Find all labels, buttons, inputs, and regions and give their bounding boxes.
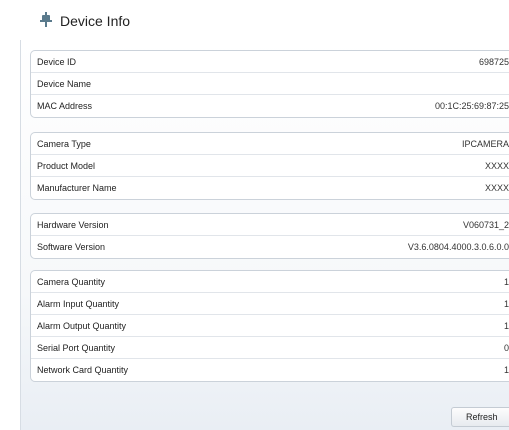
info-row-device-name: Device Name bbox=[31, 73, 509, 95]
info-row-alarm-input-quantity: Alarm Input Quantity 1 bbox=[31, 293, 509, 315]
info-row-camera-quantity: Camera Quantity 1 bbox=[31, 271, 509, 293]
info-row-hardware-version: Hardware Version V060731_2 bbox=[31, 214, 509, 236]
version-group: Hardware Version V060731_2 Software Vers… bbox=[30, 213, 509, 259]
info-row-software-version: Software Version V3.6.0804.4000.3.0.6.0.… bbox=[31, 236, 509, 258]
info-row-camera-type: Camera Type IPCAMERA bbox=[31, 133, 509, 155]
info-value: V060731_2 bbox=[462, 220, 509, 230]
info-label: Network Card Quantity bbox=[37, 365, 129, 375]
info-value: 698725 bbox=[478, 57, 509, 67]
info-row-alarm-output-quantity: Alarm Output Quantity 1 bbox=[31, 315, 509, 337]
info-value: 0 bbox=[503, 343, 509, 353]
info-row-network-card-quantity: Network Card Quantity 1 bbox=[31, 359, 509, 381]
device-info-icon bbox=[40, 12, 52, 28]
info-label: Camera Quantity bbox=[37, 277, 106, 287]
info-row-product-model: Product Model XXXX bbox=[31, 155, 509, 177]
info-value: IPCAMERA bbox=[461, 139, 509, 149]
info-value: 1 bbox=[503, 299, 509, 309]
info-label: Software Version bbox=[37, 242, 106, 252]
info-label: Alarm Input Quantity bbox=[37, 299, 120, 309]
info-label: Product Model bbox=[37, 161, 96, 171]
info-row-mac-address: MAC Address 00:1C:25:69:87:25 bbox=[31, 95, 509, 117]
info-value: 1 bbox=[503, 277, 509, 287]
info-value: XXXX bbox=[484, 183, 509, 193]
info-label: MAC Address bbox=[37, 101, 93, 111]
identity-group: Device ID 698725 Device Name MAC Address… bbox=[30, 50, 509, 118]
page-header: Device Info bbox=[0, 0, 509, 40]
page-title: Device Info bbox=[60, 13, 131, 29]
info-value: XXXX bbox=[484, 161, 509, 171]
info-label: Camera Type bbox=[37, 139, 91, 149]
info-value: 00:1C:25:69:87:25 bbox=[434, 101, 509, 111]
model-group: Camera Type IPCAMERA Product Model XXXX … bbox=[30, 132, 509, 200]
info-row-manufacturer-name: Manufacturer Name XXXX bbox=[31, 177, 509, 199]
info-label: Device ID bbox=[37, 57, 77, 67]
quantity-group: Camera Quantity 1 Alarm Input Quantity 1… bbox=[30, 270, 509, 382]
info-value: 1 bbox=[503, 365, 509, 375]
info-row-serial-port-quantity: Serial Port Quantity 0 bbox=[31, 337, 509, 359]
info-label: Device Name bbox=[37, 79, 92, 89]
info-value: V3.6.0804.4000.3.0.6.0.0 bbox=[407, 242, 509, 252]
info-label: Serial Port Quantity bbox=[37, 343, 116, 353]
info-row-device-id: Device ID 698725 bbox=[31, 51, 509, 73]
info-label: Manufacturer Name bbox=[37, 183, 117, 193]
info-label: Hardware Version bbox=[37, 220, 109, 230]
info-value: 1 bbox=[503, 321, 509, 331]
refresh-button[interactable]: Refresh bbox=[451, 407, 509, 427]
info-label: Alarm Output Quantity bbox=[37, 321, 127, 331]
